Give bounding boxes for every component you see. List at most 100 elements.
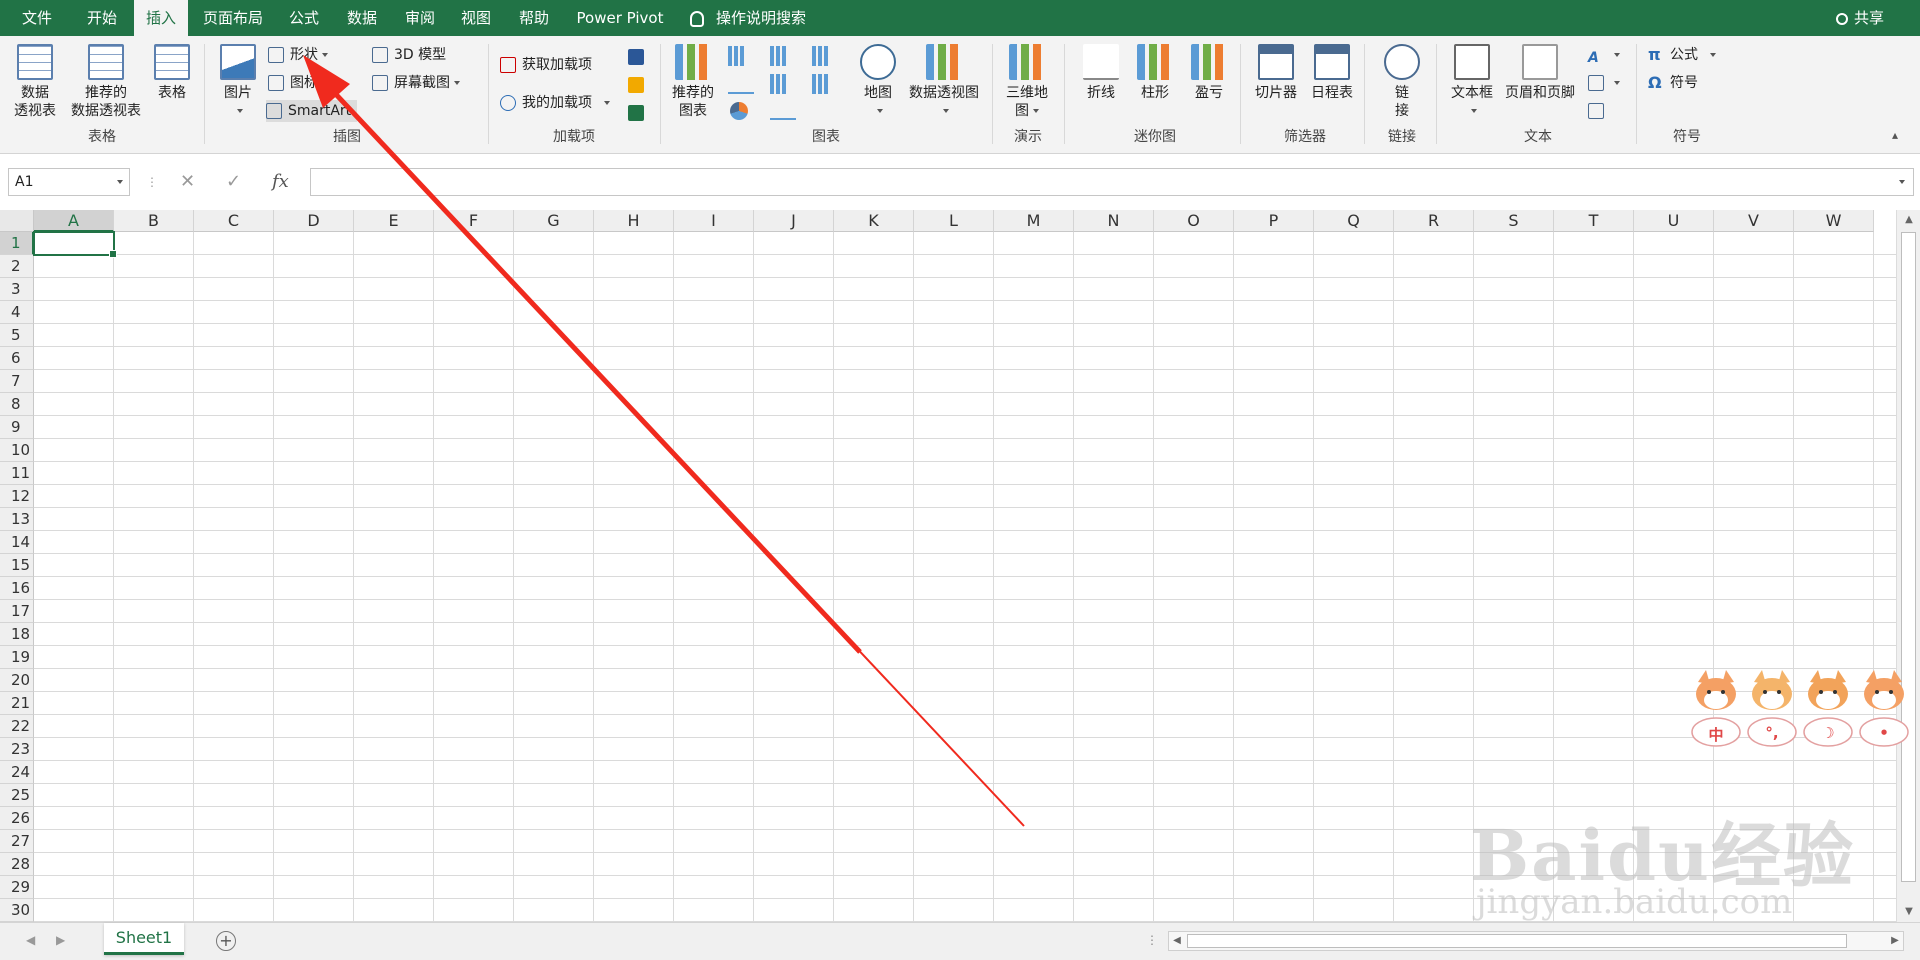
3d-map-button[interactable]: 三维地 图	[1000, 44, 1054, 120]
row-header-18[interactable]: 18	[0, 623, 34, 646]
link-button[interactable]: 链 接	[1376, 44, 1428, 120]
column-header-g[interactable]: G	[514, 210, 594, 232]
row-header-26[interactable]: 26	[0, 807, 34, 830]
formula-input[interactable]	[310, 168, 1914, 196]
line-chart-icon[interactable]	[728, 74, 754, 94]
split-handle-icon[interactable]: ⋮	[1146, 933, 1158, 947]
row-header-5[interactable]: 5	[0, 324, 34, 347]
row-header-3[interactable]: 3	[0, 278, 34, 301]
tab-power-pivot[interactable]: Power Pivot	[566, 0, 674, 36]
table-button[interactable]: 表格	[150, 44, 194, 102]
tab-data[interactable]: 数据	[336, 0, 388, 36]
insert-function-icon[interactable]: fx	[272, 168, 289, 196]
row-header-28[interactable]: 28	[0, 853, 34, 876]
row-header-15[interactable]: 15	[0, 554, 34, 577]
row-header-30[interactable]: 30	[0, 899, 34, 922]
scatter-chart-icon[interactable]	[770, 100, 796, 120]
row-header-20[interactable]: 20	[0, 669, 34, 692]
scroll-right-icon[interactable]: ▶	[1887, 933, 1903, 949]
waterfall-chart-icon[interactable]	[812, 46, 838, 66]
pivotchart-button[interactable]: 数据透视图	[902, 44, 986, 120]
screenshot-button[interactable]: 屏幕截图	[372, 72, 460, 94]
combo-chart-icon[interactable]	[812, 74, 838, 94]
column-header-n[interactable]: N	[1074, 210, 1154, 232]
scroll-left-icon[interactable]: ◀	[1169, 933, 1185, 949]
sparkline-line-button[interactable]: 折线	[1076, 44, 1126, 102]
row-header-8[interactable]: 8	[0, 393, 34, 416]
name-box[interactable]: A1	[8, 168, 130, 196]
sheet-tab-sheet1[interactable]: Sheet1	[104, 923, 184, 955]
cell-grid[interactable]	[34, 232, 1896, 922]
column-header-d[interactable]: D	[274, 210, 354, 232]
column-header-p[interactable]: P	[1234, 210, 1314, 232]
scroll-up-icon[interactable]: ▲	[1901, 212, 1917, 228]
row-header-22[interactable]: 22	[0, 715, 34, 738]
visio-icon[interactable]	[628, 46, 650, 68]
expand-formula-icon[interactable]	[1899, 180, 1905, 184]
my-addins-button[interactable]: 我的加载项	[500, 92, 610, 114]
recommended-charts-button[interactable]: 推荐的 图表	[668, 44, 718, 120]
row-header-7[interactable]: 7	[0, 370, 34, 393]
column-header-h[interactable]: H	[594, 210, 674, 232]
column-header-k[interactable]: K	[834, 210, 914, 232]
textbox-button[interactable]: 文本框	[1446, 44, 1498, 120]
smartart-button[interactable]: SmartArt	[266, 100, 358, 122]
active-cell-a1[interactable]	[33, 231, 117, 258]
tab-file[interactable]: 文件	[8, 0, 66, 36]
header-footer-button[interactable]: 页眉和页脚	[1500, 44, 1580, 102]
statistic-chart-icon[interactable]	[770, 74, 796, 94]
column-header-a[interactable]: A	[34, 210, 114, 232]
column-header-s[interactable]: S	[1474, 210, 1554, 232]
column-header-o[interactable]: O	[1154, 210, 1234, 232]
row-header-25[interactable]: 25	[0, 784, 34, 807]
vertical-scrollbar[interactable]: ▲ ▼	[1896, 210, 1920, 922]
timeline-button[interactable]: 日程表	[1306, 44, 1358, 102]
row-header-14[interactable]: 14	[0, 531, 34, 554]
row-header-2[interactable]: 2	[0, 255, 34, 278]
column-header-q[interactable]: Q	[1314, 210, 1394, 232]
collapse-ribbon-icon[interactable]: ▴	[1892, 124, 1898, 146]
vertical-scroll-thumb[interactable]	[1901, 232, 1916, 882]
row-header-11[interactable]: 11	[0, 462, 34, 485]
horizontal-scrollbar[interactable]: ◀ ▶	[1168, 931, 1904, 951]
scroll-down-icon[interactable]: ▼	[1901, 904, 1917, 920]
slicer-button[interactable]: 切片器	[1250, 44, 1302, 102]
pictures-button[interactable]: 图片	[216, 44, 260, 120]
cancel-icon[interactable]: ✕	[180, 168, 195, 196]
row-header-12[interactable]: 12	[0, 485, 34, 508]
column-header-c[interactable]: C	[194, 210, 274, 232]
tab-home[interactable]: 开始	[72, 0, 132, 36]
sparkline-column-button[interactable]: 柱形	[1130, 44, 1180, 102]
row-header-1[interactable]: 1	[0, 232, 34, 255]
column-header-b[interactable]: B	[114, 210, 194, 232]
row-header-27[interactable]: 27	[0, 830, 34, 853]
people-graph-icon[interactable]	[628, 102, 650, 124]
recommended-pivottable-button[interactable]: 推荐的 数据透视表	[64, 44, 148, 120]
enter-icon[interactable]: ✓	[226, 168, 241, 196]
tab-insert[interactable]: 插入	[134, 0, 188, 36]
tab-page-layout[interactable]: 页面布局	[196, 0, 270, 36]
row-header-16[interactable]: 16	[0, 577, 34, 600]
row-header-13[interactable]: 13	[0, 508, 34, 531]
column-header-i[interactable]: I	[674, 210, 754, 232]
tab-review[interactable]: 审阅	[394, 0, 446, 36]
row-header-10[interactable]: 10	[0, 439, 34, 462]
maps-button[interactable]: 地图	[856, 44, 900, 120]
row-header-24[interactable]: 24	[0, 761, 34, 784]
column-header-f[interactable]: F	[434, 210, 514, 232]
column-header-l[interactable]: L	[914, 210, 994, 232]
shapes-button[interactable]: 形状	[268, 44, 328, 66]
equation-button[interactable]: π 公式	[1648, 44, 1716, 66]
tab-help[interactable]: 帮助	[508, 0, 560, 36]
object-button[interactable]	[1588, 100, 1610, 122]
row-header-29[interactable]: 29	[0, 876, 34, 899]
column-header-t[interactable]: T	[1554, 210, 1634, 232]
horizontal-scroll-thumb[interactable]	[1187, 934, 1847, 948]
sparkline-winloss-button[interactable]: 盈亏	[1184, 44, 1234, 102]
add-sheet-icon[interactable]: +	[216, 931, 236, 951]
select-all-button[interactable]	[0, 210, 34, 232]
column-header-j[interactable]: J	[754, 210, 834, 232]
row-header-17[interactable]: 17	[0, 600, 34, 623]
column-header-r[interactable]: R	[1394, 210, 1474, 232]
column-header-e[interactable]: E	[354, 210, 434, 232]
